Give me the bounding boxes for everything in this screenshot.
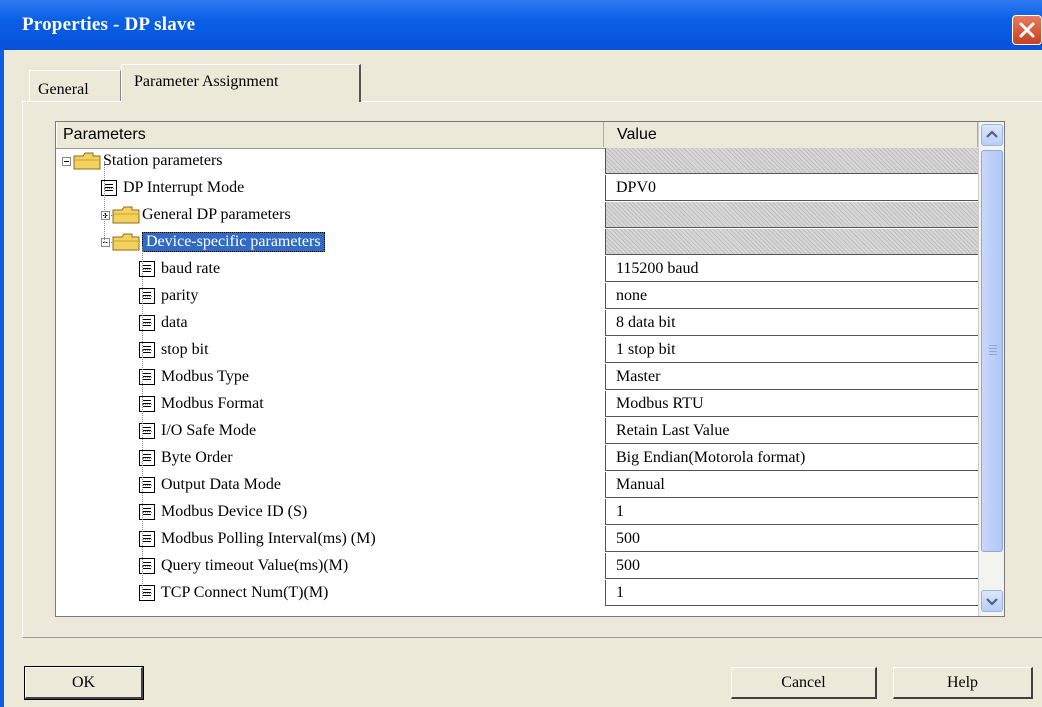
tree-connector xyxy=(142,566,152,567)
window-frame-left xyxy=(0,50,4,707)
table-row[interactable]: Modbus Polling Interval(ms) (M) 500 xyxy=(56,526,978,553)
value-cell[interactable]: 1 xyxy=(605,499,978,525)
tree-connector xyxy=(142,539,152,540)
folder-icon xyxy=(112,233,140,251)
tree-connector xyxy=(142,323,152,324)
table-row[interactable]: data 8 data bit xyxy=(56,310,978,337)
value-cell[interactable] xyxy=(605,229,978,255)
value-cell[interactable]: 8 data bit xyxy=(605,310,978,336)
tab-parameter-assignment[interactable]: Parameter Assignment xyxy=(121,64,361,102)
table-row[interactable]: Modbus Type Master xyxy=(56,364,978,391)
parameter-label: Modbus Type xyxy=(161,368,249,385)
tab-general[interactable]: General xyxy=(29,70,121,102)
parameter-label: baud rate xyxy=(161,260,221,277)
value-cell[interactable]: Big Endian(Motorola format) xyxy=(605,445,978,471)
tree-connector xyxy=(142,404,152,405)
table-row[interactable]: parity none xyxy=(56,283,978,310)
parameter-label: DP Interrupt Mode xyxy=(123,179,245,196)
parameter-label: TCP Connect Num(T)(M) xyxy=(161,584,329,601)
grid-header: Parameters Value xyxy=(56,122,978,149)
parameter-label: Query timeout Value(ms)(M) xyxy=(161,557,349,574)
tree-connector xyxy=(104,242,114,243)
table-row[interactable]: Output Data Mode Manual xyxy=(56,472,978,499)
scroll-down-button[interactable] xyxy=(981,590,1003,612)
value-cell[interactable]: 1 xyxy=(605,580,978,606)
parameter-label: data xyxy=(161,314,188,331)
window-title: Properties - DP slave xyxy=(22,14,196,35)
tree-connector xyxy=(142,269,152,270)
value-cell[interactable]: Master xyxy=(605,364,978,390)
ok-button[interactable]: OK xyxy=(24,666,144,700)
table-row[interactable]: DP Interrupt Mode DPV0 xyxy=(56,175,978,202)
table-row[interactable]: Byte Order Big Endian(Motorola format) xyxy=(56,445,978,472)
parameter-label: Modbus Device ID (S) xyxy=(161,503,308,520)
parameter-label: Modbus Polling Interval(ms) (M) xyxy=(161,530,376,547)
parameter-label: General DP parameters xyxy=(142,206,291,223)
value-cell[interactable]: 115200 baud xyxy=(605,256,978,282)
column-header-value[interactable]: Value xyxy=(605,122,978,147)
tree-connector xyxy=(104,188,114,189)
table-row[interactable]: Device-specific parameters xyxy=(56,229,978,256)
table-row[interactable]: TCP Connect Num(T)(M) 1 xyxy=(56,580,978,607)
table-row[interactable]: baud rate 115200 baud xyxy=(56,256,978,283)
table-row[interactable]: Modbus Device ID (S) 1 xyxy=(56,499,978,526)
parameter-label: I/O Safe Mode xyxy=(161,422,257,439)
parameter-label: parity xyxy=(161,287,199,304)
arrow-up-icon xyxy=(986,130,998,138)
parameter-label: Modbus Format xyxy=(161,395,264,412)
folder-icon xyxy=(73,152,101,170)
value-cell[interactable]: Manual xyxy=(605,472,978,498)
scroll-thumb[interactable] xyxy=(981,150,1003,552)
table-row[interactable]: General DP parameters xyxy=(56,202,978,229)
table-row[interactable]: Modbus Format Modbus RTU xyxy=(56,391,978,418)
close-button[interactable] xyxy=(1012,15,1042,45)
table-row[interactable]: stop bit 1 stop bit xyxy=(56,337,978,364)
folder-icon xyxy=(112,206,140,224)
scroll-grip xyxy=(989,348,997,349)
tree-connector xyxy=(142,431,152,432)
parameter-label: Device-specific parameters xyxy=(142,232,325,252)
value-cell[interactable] xyxy=(605,148,978,174)
tree-connector xyxy=(142,512,152,513)
close-icon xyxy=(1019,22,1035,38)
parameter-label: Station parameters xyxy=(103,152,223,169)
table-row[interactable]: I/O Safe Mode Retain Last Value xyxy=(56,418,978,445)
tree-connector xyxy=(142,377,152,378)
tree-connector xyxy=(104,215,114,216)
help-button[interactable]: Help xyxy=(893,667,1033,699)
tree-connector xyxy=(142,458,152,459)
scroll-grip xyxy=(989,351,997,352)
scroll-grip xyxy=(989,345,997,346)
parameter-label: Output Data Mode xyxy=(161,476,281,493)
collapse-icon[interactable] xyxy=(62,157,71,166)
value-cell[interactable] xyxy=(605,202,978,228)
arrow-down-icon xyxy=(986,598,998,606)
value-cell[interactable]: 500 xyxy=(605,526,978,552)
value-cell[interactable]: DPV0 xyxy=(605,175,978,201)
vertical-scrollbar[interactable] xyxy=(978,122,1004,616)
tree-connector xyxy=(142,350,152,351)
parameter-grid: Parameters Value Station parameters DP In… xyxy=(55,121,1005,617)
value-cell[interactable]: 500 xyxy=(605,553,978,579)
scroll-up-button[interactable] xyxy=(981,124,1003,146)
tree-connector xyxy=(142,247,143,598)
parameter-label: Byte Order xyxy=(161,449,233,466)
cancel-button[interactable]: Cancel xyxy=(731,667,877,699)
value-cell[interactable]: 1 stop bit xyxy=(605,337,978,363)
tree-connector xyxy=(142,485,152,486)
table-row[interactable]: Station parameters xyxy=(56,148,978,175)
tree-connector xyxy=(104,161,105,242)
parameter-label: stop bit xyxy=(161,341,209,358)
tree-connector xyxy=(142,296,152,297)
table-row[interactable]: Query timeout Value(ms)(M) 500 xyxy=(56,553,978,580)
value-cell[interactable]: Retain Last Value xyxy=(605,418,978,444)
scroll-grip xyxy=(989,354,997,355)
value-cell[interactable]: none xyxy=(605,283,978,309)
column-header-parameters[interactable]: Parameters xyxy=(56,122,604,147)
value-cell[interactable]: Modbus RTU xyxy=(605,391,978,417)
title-bar[interactable]: Properties - DP slave xyxy=(0,0,1042,50)
tree-connector xyxy=(142,593,152,594)
